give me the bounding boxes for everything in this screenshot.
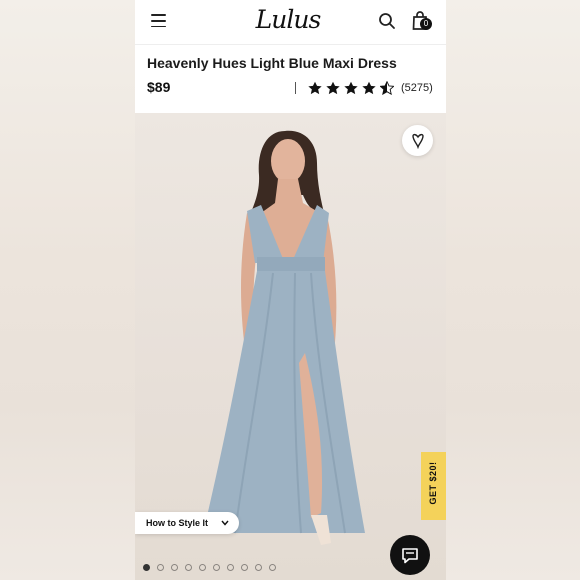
gallery-dot[interactable]	[269, 564, 276, 571]
background-blur-left	[0, 0, 135, 580]
gallery-dot[interactable]	[171, 564, 178, 571]
star-full-icon	[308, 81, 322, 95]
how-to-style-button[interactable]: How to Style It	[135, 512, 239, 534]
favorite-button[interactable]	[402, 125, 433, 156]
review-count[interactable]: (5275)	[401, 82, 433, 94]
gallery-dot[interactable]	[241, 564, 248, 571]
header-divider	[135, 44, 446, 45]
star-half-icon	[380, 81, 394, 95]
product-rating[interactable]: (5275)	[295, 79, 433, 97]
product-title: Heavenly Hues Light Blue Maxi Dress	[147, 55, 397, 71]
top-navigation-bar: Lulus 0	[135, 0, 446, 44]
how-to-style-label: How to Style It	[146, 518, 209, 528]
lulus-logo[interactable]: Lulus	[248, 5, 328, 35]
model-in-dress-image	[203, 130, 365, 545]
chevron-down-icon	[221, 520, 229, 526]
background-blur-right	[446, 0, 580, 580]
star-full-icon	[326, 81, 340, 95]
gallery-dot[interactable]	[185, 564, 192, 571]
gallery-dot[interactable]	[143, 564, 150, 571]
gallery-dot[interactable]	[213, 564, 220, 571]
menu-icon[interactable]	[151, 14, 166, 28]
product-image[interactable]: GET $20! How to Style It	[135, 113, 446, 580]
gallery-dot[interactable]	[255, 564, 262, 571]
bag-count-badge: 0	[420, 18, 432, 30]
promo-tab-label: GET $20!	[428, 461, 438, 505]
gallery-dot[interactable]	[199, 564, 206, 571]
gallery-dot[interactable]	[227, 564, 234, 571]
rating-divider	[295, 82, 296, 94]
chat-button[interactable]	[390, 535, 430, 575]
star-full-icon	[344, 81, 358, 95]
gallery-dot[interactable]	[157, 564, 164, 571]
chat-bubble-icon	[402, 547, 418, 563]
heart-icon	[411, 133, 424, 149]
search-icon[interactable]	[378, 12, 396, 30]
product-page: Lulus 0 Heavenly Hues Light Blue Maxi Dr…	[135, 0, 446, 580]
product-price: $89	[147, 79, 171, 95]
star-full-icon	[362, 81, 376, 95]
promo-tab[interactable]: GET $20!	[421, 452, 446, 520]
gallery-dots	[143, 564, 283, 571]
